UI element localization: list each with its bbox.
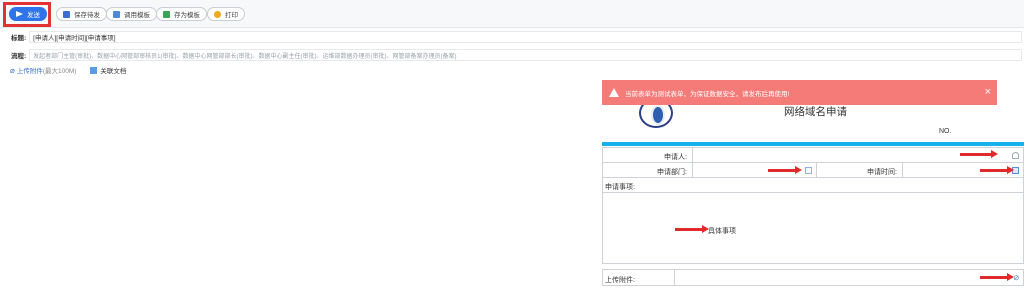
annotation-arrow [675, 225, 709, 233]
matter-annotation: 具体事项 [708, 228, 736, 235]
save-template-icon [163, 10, 170, 18]
save-icon [63, 10, 70, 18]
close-icon[interactable]: × [985, 86, 991, 98]
subject-label: 标题: [11, 35, 27, 42]
date-label-cell: 申请时间: [816, 162, 903, 178]
flow-input[interactable]: 发起者部门主管(审批)、数据中心网管部审核员1(审批)、数据中心网管部部长(审批… [29, 49, 1022, 61]
user-icon [1012, 152, 1019, 159]
matter-textarea[interactable] [602, 192, 1024, 264]
matter-label-cell: 申请事项: [602, 177, 1024, 193]
attach-field[interactable]: ⌀ [674, 269, 1024, 286]
alert-message: 当前表单为测试表单，为保证数据安全，请发布后再使用! [625, 90, 790, 98]
department-label-cell: 申请部门: [602, 162, 693, 178]
annotation-arrow [980, 273, 1014, 281]
related-doc-icon [90, 66, 98, 74]
flow-value: 发起者部门主管(审批)、数据中心网管部审核员1(审批)、数据中心网管部部长(审批… [33, 53, 457, 60]
save-template-label: 存为模板 [174, 12, 200, 19]
form-header-bar [602, 142, 1024, 146]
print-label: 打印 [225, 12, 238, 19]
save-draft-button[interactable]: 保存待发 [56, 7, 107, 21]
toolbar: 发送 保存待发 调用模板 存为模板 打印 [0, 0, 1024, 28]
attach-label: 上传附件: [605, 277, 635, 284]
applicant-label-cell: 申请人: [602, 147, 693, 163]
save-template-button[interactable]: 存为模板 [156, 7, 207, 21]
attachments-row: ⌀ 上传附件 (最大100M) 关联文档 [10, 65, 126, 76]
attach-label-cell: 上传附件: [602, 269, 675, 286]
date-label: 申请时间: [867, 169, 897, 176]
annotation-arrow [768, 166, 802, 174]
subject-value: [申请人][申请时间][申请事项] [33, 35, 116, 42]
annotation-arrow [980, 166, 1014, 174]
flow-label: 流程: [11, 53, 27, 60]
attach-paperclip-icon: ⌀ [1013, 272, 1019, 282]
upload-attachment-link[interactable]: 上传附件 [17, 65, 43, 75]
matter-label: 申请事项: [605, 184, 635, 191]
applicant-label: 申请人: [664, 154, 687, 161]
department-label: 申请部门: [657, 169, 687, 176]
subject-row: 标题: [申请人][申请时间][申请事项] [0, 31, 1024, 43]
related-doc-link[interactable]: 关联文档 [100, 65, 126, 75]
test-form-alert: 当前表单为测试表单，为保证数据安全，请发布后再使用! × [602, 80, 997, 105]
form-number-label: NO. [939, 128, 952, 135]
save-draft-label: 保存待发 [74, 12, 100, 19]
annotation-arrow [960, 150, 998, 158]
call-template-label: 调用模板 [124, 12, 150, 19]
send-button-highlight [3, 2, 51, 27]
paperclip-icon: ⌀ [10, 65, 15, 75]
subject-input[interactable]: [申请人][申请时间][申请事项] [29, 31, 1022, 43]
department-icon [805, 167, 812, 174]
warning-icon [609, 88, 619, 97]
form-title: 网络域名申请 [784, 106, 847, 118]
print-button[interactable]: 打印 [207, 7, 245, 21]
print-icon [214, 10, 221, 18]
call-template-button[interactable]: 调用模板 [106, 7, 157, 21]
flow-row: 流程: 发起者部门主管(审批)、数据中心网管部审核员1(审批)、数据中心网管部部… [0, 49, 1024, 61]
template-icon [113, 10, 120, 18]
max-size-hint: (最大100M) [42, 68, 77, 75]
